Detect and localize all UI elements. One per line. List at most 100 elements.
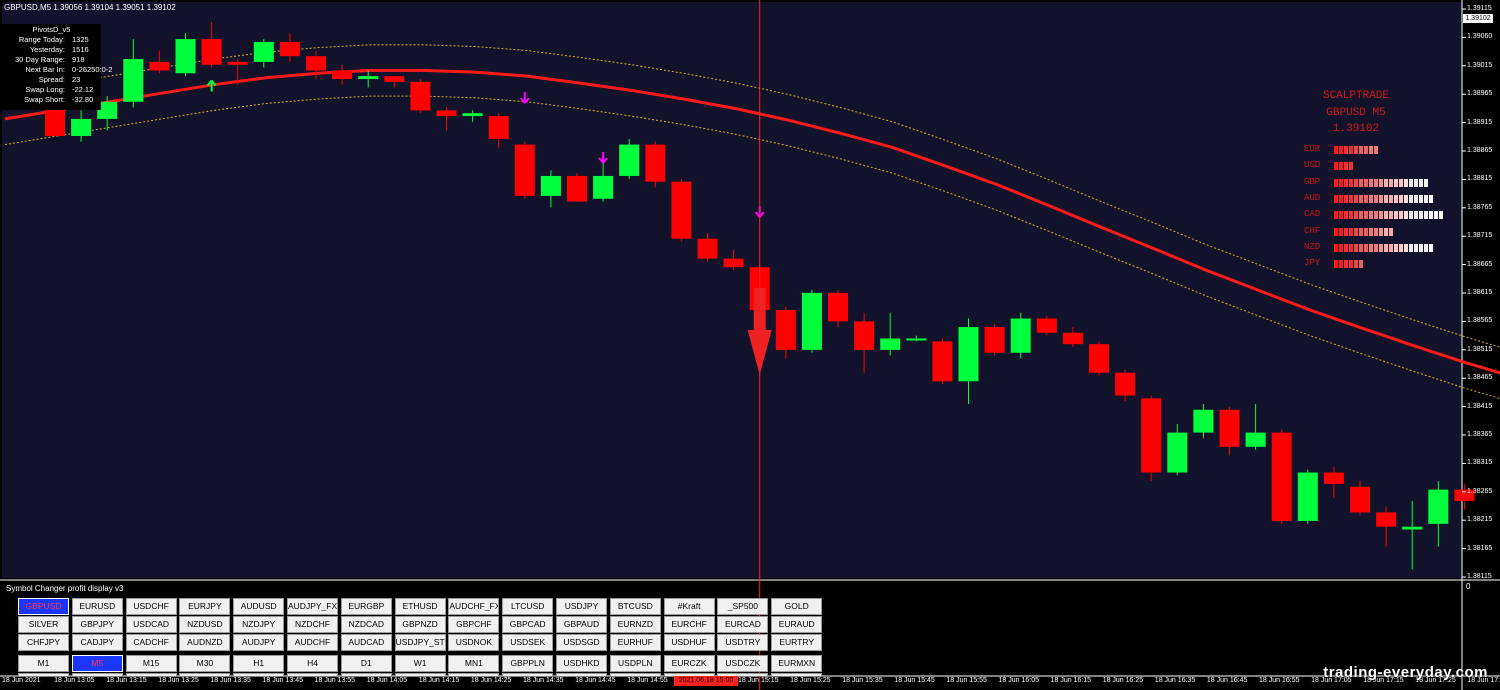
strength-segment <box>1344 162 1348 171</box>
strength-segment <box>1369 146 1373 154</box>
symbol-button-euraud[interactable]: EURAUD <box>771 616 823 633</box>
symbol-button-gbpaud[interactable]: GBPAUD <box>556 616 607 633</box>
symbol-button-gbppln[interactable]: GBPPLN <box>502 655 554 672</box>
candle-body <box>149 61 170 71</box>
symbol-button--nike[interactable]: #Nike <box>609 673 661 676</box>
symbol-button-usdmxn[interactable]: USDMXN <box>179 673 231 676</box>
symbol-button-audcad[interactable]: AUDCAD <box>340 634 392 651</box>
symbol-button-usdzar[interactable]: USDZAR <box>233 673 285 676</box>
symbol-button-eurmxn[interactable]: EURMXN <box>771 655 823 672</box>
symbol-button-eurrub[interactable]: EURRUB <box>287 673 338 676</box>
pivot-label: Next Bar In: <box>25 65 65 74</box>
symbol-button-gbpchf[interactable]: GBPCHF <box>448 616 500 633</box>
time-axis-label: 18 Jun 14:55 <box>627 677 668 684</box>
symbol-button-audchf-fx[interactable]: AUDCHF_FX <box>448 598 500 615</box>
strength-segment <box>1364 243 1368 252</box>
symbol-button-eurnzd[interactable]: EURNZD <box>609 616 661 633</box>
symbol-button-ltcusd[interactable]: LTCUSD <box>502 598 554 615</box>
symbol-button-usdtry[interactable]: USDTRY <box>717 634 769 651</box>
symbol-button-usdsgd[interactable]: USDSGD <box>556 634 607 651</box>
strength-segment <box>1379 243 1383 252</box>
symbol-button-eurczk[interactable]: EURCZK <box>663 655 715 672</box>
symbol-button-gold[interactable]: GOLD <box>771 598 823 615</box>
symbol-button-usdpln[interactable]: USDPLN <box>609 655 661 672</box>
symbol-button-eurchf[interactable]: EURCHF <box>663 616 715 633</box>
symbol-button-mn1[interactable]: MN1 <box>448 655 500 672</box>
pivot-value: 0-26250:0-2 <box>72 65 113 74</box>
price-axis-label: 1.38915 <box>1467 118 1493 126</box>
symbol-button-d1[interactable]: D1 <box>340 655 392 672</box>
symbol-button-eurcad[interactable]: EURCAD <box>717 616 769 633</box>
symbol-button-usdjpy[interactable]: USDJPY <box>556 598 607 615</box>
symbol-button-chfjpy[interactable]: CHFJPY <box>18 634 69 651</box>
symbol-button-btcusd[interactable]: BTCUSD <box>609 598 661 615</box>
symbol-button-nzdusd[interactable]: NZDUSD <box>179 616 231 633</box>
symbol-button-usdils[interactable]: USDILS <box>394 673 446 676</box>
strength-segment <box>1334 227 1338 236</box>
symbol-button-h4[interactable]: H4 <box>287 655 338 672</box>
symbol-button-h1[interactable]: H1 <box>233 655 285 672</box>
symbol-button-cadchf[interactable]: CADCHF <box>125 634 177 651</box>
symbol-button--amazon[interactable]: #Amazon <box>771 673 823 676</box>
currency-label: USD <box>1304 160 1321 171</box>
symbol-button-m30[interactable]: M30 <box>179 655 231 672</box>
strength-segment <box>1424 194 1428 203</box>
symbol-button-audchf[interactable]: AUDCHF <box>287 634 338 651</box>
symbol-button-m5[interactable]: M5 <box>71 655 123 672</box>
candle-body <box>984 327 1005 353</box>
symbol-button-audnzd[interactable]: AUDNZD <box>179 634 231 651</box>
symbol-button-ethusd[interactable]: ETHUSD <box>394 598 446 615</box>
symbol-button-usdhuf[interactable]: USDHUF <box>663 634 715 651</box>
symbol-button-audjpy[interactable]: AUDJPY <box>233 634 285 651</box>
price-chart[interactable] <box>0 0 1500 690</box>
symbol-button-zmcb[interactable]: ZMCB <box>663 673 715 676</box>
symbol-button-audjpy-fx[interactable]: AUDJPY_FX <box>287 598 338 615</box>
symbol-button-eurgbp[interactable]: EURGBP <box>340 598 392 615</box>
strength-segment <box>1354 211 1358 220</box>
symbol-button-usdrub[interactable]: USDRUB <box>340 673 392 676</box>
symbol-button-gbpjpy[interactable]: GBPJPY <box>71 616 123 633</box>
symbol-button-nzdcad[interactable]: NZDCAD <box>340 616 392 633</box>
symbol-button-usdchf[interactable]: USDCHF <box>125 598 177 615</box>
symbol-button-m15[interactable]: M15 <box>125 655 177 672</box>
symbol-button-silver[interactable]: SILVER <box>18 616 69 633</box>
symbol-button--boeing[interactable]: #Boeing <box>717 673 769 676</box>
symbol-button-usdczk[interactable]: USDCZK <box>717 655 769 672</box>
symbol-button-eurjpy[interactable]: EURJPY <box>179 598 231 615</box>
symbol-button-usdnok[interactable]: USDNOK <box>448 634 500 651</box>
symbol-button-eurusd[interactable]: EURUSD <box>71 598 123 615</box>
time-axis-label: 18 Jun 13:55 <box>314 677 356 684</box>
symbol-button-w1[interactable]: W1 <box>394 655 446 672</box>
symbol-button--alcoa[interactable]: #Alcoa <box>502 673 554 676</box>
symbol-button-nzdchf[interactable]: NZDCHF <box>287 616 338 633</box>
price-axis-label: 1.39015 <box>1467 61 1493 69</box>
time-axis-label: 18 Jun 16:25 <box>1102 677 1144 684</box>
symbol-button--intel[interactable]: #Intel <box>556 673 607 676</box>
symbol-button-m1[interactable]: M1 <box>18 655 69 672</box>
symbol-button--kraft[interactable]: #Kraft <box>663 598 715 615</box>
pivot-row: Range Today: 1325 <box>2 35 101 45</box>
symbol-button-audusd[interactable]: AUDUSD <box>233 598 285 615</box>
symbol-button-cadjpy[interactable]: CADJPY <box>71 634 123 651</box>
symbol-button-gbpnzd[interactable]: GBPNZD <box>394 616 446 633</box>
symbol-button-eurhuf[interactable]: EURHUF <box>609 634 661 651</box>
symbol-button-usdsek[interactable]: USDSEK <box>502 634 554 651</box>
symbol-button-eurtry[interactable]: EURTRY <box>771 634 823 651</box>
strength-segment <box>1369 243 1373 252</box>
symbol-button-eurzar[interactable]: EURZAR <box>18 673 69 676</box>
symbol-button-usdjpy-stf[interactable]: USDJPY_STF <box>394 634 446 651</box>
strength-segment <box>1364 211 1368 220</box>
symbol-button-usdcad[interactable]: USDCAD <box>125 616 177 633</box>
strength-segment <box>1409 211 1413 220</box>
symbol-button--sp500[interactable]: _SP500 <box>717 598 769 615</box>
symbol-button-usdhkd[interactable]: USDHKD <box>556 655 607 672</box>
symbol-button-gbpsek[interactable]: GBPSEK <box>71 673 123 676</box>
pivot-row: Swap Short: -32.80 <box>2 95 101 105</box>
symbol-button-gbpcad[interactable]: GBPCAD <box>502 616 554 633</box>
symbol-button-nzdjpy[interactable]: NZDJPY <box>233 616 285 633</box>
strength-segment <box>1384 227 1388 236</box>
symbol-button-gbpzar[interactable]: GBPZAR <box>125 673 177 676</box>
candle-body <box>462 113 483 117</box>
symbol-button-usdthb[interactable]: USDTHB <box>448 673 500 676</box>
symbol-button-gbpusd[interactable]: GBPUSD <box>18 598 69 615</box>
